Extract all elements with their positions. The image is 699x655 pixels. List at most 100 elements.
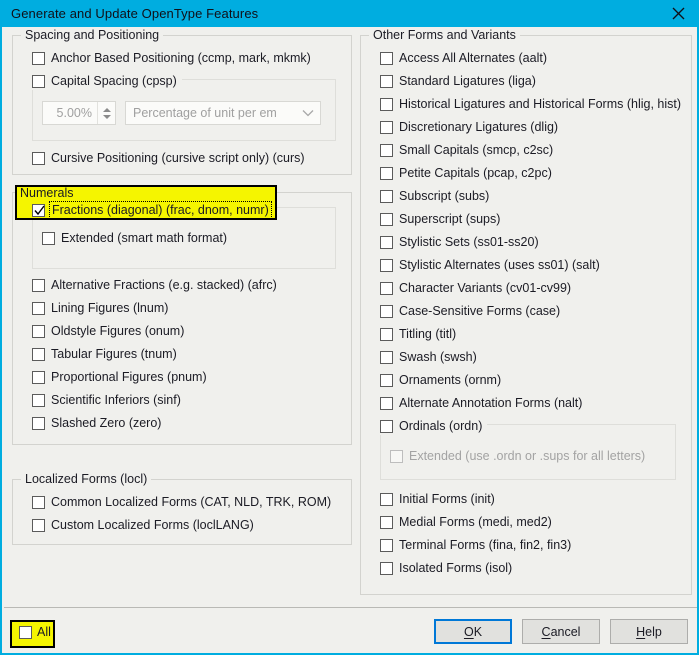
checkbox-stylistic-alternates[interactable]: Stylistic Alternates (uses ss01) (salt) — [380, 256, 600, 274]
checkbox-box[interactable] — [380, 189, 393, 203]
checkbox-box[interactable] — [380, 561, 393, 575]
checkbox-box[interactable] — [32, 51, 45, 65]
checkbox-box[interactable] — [380, 143, 393, 157]
checkbox-box[interactable] — [32, 393, 45, 407]
checkbox-cursive-positioning[interactable]: Cursive Positioning (cursive script only… — [32, 149, 305, 167]
checkbox-common-localized-forms[interactable]: Common Localized Forms (CAT, NLD, TRK, R… — [32, 493, 331, 511]
checkbox-box[interactable] — [32, 518, 45, 532]
checkbox-tabular-figures[interactable]: Tabular Figures (tnum) — [32, 345, 177, 363]
chevron-up-icon[interactable] — [102, 107, 111, 112]
checkbox-superscript[interactable]: Superscript (sups) — [380, 210, 500, 228]
checkbox-initial-forms[interactable]: Initial Forms (init) — [380, 490, 495, 508]
checkbox-box[interactable] — [380, 97, 393, 111]
checkbox-box[interactable] — [32, 278, 45, 292]
checkbox-titling[interactable]: Titling (titl) — [380, 325, 456, 343]
checkbox-label: Access All Alternates (aalt) — [399, 51, 547, 65]
checkbox-all[interactable]: All — [19, 625, 51, 639]
checkbox-access-all-alternates[interactable]: Access All Alternates (aalt) — [380, 49, 547, 67]
checkbox-ordinals[interactable]: Ordinals (ordn) — [380, 417, 488, 435]
checkbox-anchor-based-positioning[interactable]: Anchor Based Positioning (ccmp, mark, mk… — [32, 49, 311, 67]
checkbox-custom-localized-forms[interactable]: Custom Localized Forms (loclLANG) — [32, 516, 254, 534]
checkbox-box[interactable] — [380, 212, 393, 226]
checkbox-box[interactable] — [380, 538, 393, 552]
checkbox-label: Ornaments (ornm) — [399, 373, 502, 387]
checkbox-box[interactable] — [380, 350, 393, 364]
checkbox-box[interactable] — [380, 515, 393, 529]
checkbox-box[interactable] — [380, 120, 393, 134]
checkbox-stylistic-sets[interactable]: Stylistic Sets (ss01-ss20) — [380, 233, 539, 251]
checkbox-isolated-forms[interactable]: Isolated Forms (isol) — [380, 559, 512, 577]
checkbox-label: Superscript (sups) — [399, 212, 501, 226]
checkbox-box[interactable] — [32, 495, 45, 509]
checkbox-box[interactable] — [380, 51, 393, 65]
checkbox-fractions-extended[interactable]: Extended (smart math format) — [42, 229, 227, 247]
ok-button[interactable]: OK — [434, 619, 512, 644]
checkbox-box[interactable] — [32, 370, 45, 384]
checkbox-label: Titling (titl) — [399, 327, 457, 341]
checkbox-box[interactable] — [380, 304, 393, 318]
checkbox-ornaments[interactable]: Ornaments (ornm) — [380, 371, 501, 389]
checkbox-box[interactable] — [32, 301, 45, 315]
checkbox-label: Oldstyle Figures (onum) — [51, 324, 185, 338]
checkbox-box[interactable] — [32, 203, 45, 217]
checkbox-label: Small Capitals (smcp, c2sc) — [399, 143, 554, 157]
checkbox-label: Discretionary Ligatures (dlig) — [399, 120, 559, 134]
checkbox-box[interactable] — [380, 166, 393, 180]
checkbox-box[interactable] — [380, 281, 393, 295]
checkbox-box[interactable] — [32, 151, 45, 165]
checkbox-scientific-inferiors[interactable]: Scientific Inferiors (sinf) — [32, 391, 181, 409]
chevron-down-icon[interactable] — [102, 114, 111, 119]
checkbox-case-sensitive-forms[interactable]: Case-Sensitive Forms (case) — [380, 302, 560, 320]
close-icon[interactable] — [655, 0, 699, 27]
checkbox-medial-forms[interactable]: Medial Forms (medi, med2) — [380, 513, 552, 531]
checkbox-label: Subscript (subs) — [399, 189, 490, 203]
checkbox-swash[interactable]: Swash (swsh) — [380, 348, 477, 366]
window-title: Generate and Update OpenType Features — [11, 6, 259, 21]
checkbox-label: Proportional Figures (pnum) — [51, 370, 207, 384]
checkbox-box[interactable] — [380, 373, 393, 387]
checkbox-label: Stylistic Alternates (uses ss01) (salt) — [399, 258, 600, 272]
checkbox-fractions-diagonal[interactable]: Fractions (diagonal) (frac, dnom, numr) — [32, 201, 272, 219]
checkbox-lining-figures[interactable]: Lining Figures (lnum) — [32, 299, 168, 317]
help-button[interactable]: Help — [610, 619, 688, 644]
checkbox-box[interactable] — [380, 419, 393, 433]
checkbox-label: Cursive Positioning (cursive script only… — [51, 151, 305, 165]
checkbox-box[interactable] — [380, 74, 393, 88]
chevron-down-icon[interactable] — [296, 109, 320, 117]
capital-spacing-value-stepper[interactable]: 5.00% — [42, 101, 116, 125]
checkbox-alternative-fractions[interactable]: Alternative Fractions (e.g. stacked) (af… — [32, 276, 277, 294]
checkbox-box[interactable] — [380, 235, 393, 249]
checkbox-alternate-annotation-forms[interactable]: Alternate Annotation Forms (nalt) — [380, 394, 582, 412]
checkbox-box[interactable] — [380, 492, 393, 506]
checkbox-box[interactable] — [32, 416, 45, 430]
help-button-label: Help — [636, 624, 662, 639]
checkbox-box[interactable] — [42, 231, 55, 245]
group-localized-forms: Localized Forms (locl) — [12, 472, 352, 545]
stepper-arrows[interactable] — [97, 102, 115, 124]
checkbox-petite-capitals[interactable]: Petite Capitals (pcap, c2pc) — [380, 164, 552, 182]
checkbox-label: Standard Ligatures (liga) — [399, 74, 536, 88]
checkbox-discretionary-ligatures[interactable]: Discretionary Ligatures (dlig) — [380, 118, 558, 136]
capital-spacing-unit-select[interactable]: Percentage of unit per em — [125, 101, 321, 125]
checkbox-capital-spacing[interactable]: Capital Spacing (cpsp) — [32, 72, 182, 90]
checkbox-box[interactable] — [32, 74, 45, 88]
checkbox-small-capitals[interactable]: Small Capitals (smcp, c2sc) — [380, 141, 553, 159]
checkbox-character-variants[interactable]: Character Variants (cv01-cv99) — [380, 279, 571, 297]
checkbox-subscript[interactable]: Subscript (subs) — [380, 187, 489, 205]
checkbox-box — [390, 449, 403, 463]
checkbox-box[interactable] — [32, 324, 45, 338]
checkbox-oldstyle-figures[interactable]: Oldstyle Figures (onum) — [32, 322, 184, 340]
select-value: Percentage of unit per em — [133, 106, 277, 120]
checkbox-box[interactable] — [19, 625, 32, 639]
cancel-button[interactable]: Cancel — [522, 619, 600, 644]
checkbox-slashed-zero[interactable]: Slashed Zero (zero) — [32, 414, 161, 432]
checkbox-historical-ligatures[interactable]: Historical Ligatures and Historical Form… — [380, 95, 681, 113]
checkbox-box[interactable] — [32, 347, 45, 361]
checkbox-box[interactable] — [380, 327, 393, 341]
checkbox-proportional-figures[interactable]: Proportional Figures (pnum) — [32, 368, 207, 386]
group-legend-numerals-text: Numerals — [20, 186, 74, 200]
checkbox-terminal-forms[interactable]: Terminal Forms (fina, fin2, fin3) — [380, 536, 571, 554]
checkbox-box[interactable] — [380, 396, 393, 410]
checkbox-standard-ligatures[interactable]: Standard Ligatures (liga) — [380, 72, 536, 90]
checkbox-box[interactable] — [380, 258, 393, 272]
